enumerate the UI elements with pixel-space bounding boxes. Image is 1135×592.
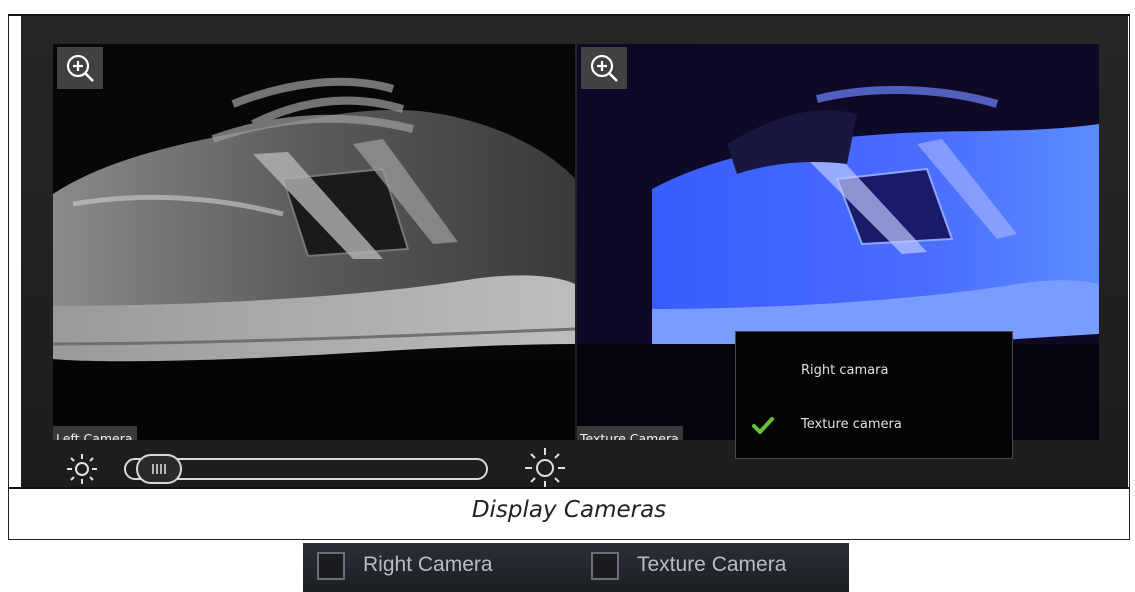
brightness-slider-thumb[interactable] xyxy=(136,454,183,484)
sun-bright-icon xyxy=(525,448,565,488)
zoom-in-icon xyxy=(66,54,94,82)
checkbox-label: Texture Camera xyxy=(637,553,787,576)
checkbox-square[interactable] xyxy=(591,552,619,580)
caption-divider xyxy=(8,487,1130,489)
menu-item-label: Right camara xyxy=(801,363,889,378)
checkbox-square[interactable] xyxy=(317,552,345,580)
texture-zoom-button[interactable] xyxy=(581,47,627,89)
sun-dim-icon xyxy=(67,454,97,484)
menu-item-label: Texture camera xyxy=(801,417,902,432)
menu-item-texture-camera[interactable]: Texture camera xyxy=(736,408,1012,442)
texture-camera-label: Texture Camera xyxy=(577,426,683,440)
checkbox-label: Right Camera xyxy=(363,553,493,576)
camera-checkbox-bar: Right Camera Texture Camera xyxy=(303,543,849,592)
menu-item-right-camera[interactable]: Right camara xyxy=(736,354,1012,388)
left-camera-view[interactable]: Left Camera xyxy=(53,44,575,440)
camera-select-menu: Right camara Texture camera xyxy=(735,331,1013,459)
texture-camera-checkbox[interactable]: Texture Camera xyxy=(577,543,849,592)
left-zoom-button[interactable] xyxy=(57,47,103,89)
figure-caption: Display Cameras xyxy=(471,497,667,523)
zoom-in-icon xyxy=(590,54,618,82)
checkmark-icon xyxy=(752,417,774,434)
grip-icon xyxy=(152,464,167,474)
camera-display-panel: Left Camera Texture Camera Right camara … xyxy=(21,16,1128,488)
left-camera-image xyxy=(53,44,575,440)
right-camera-checkbox[interactable]: Right Camera xyxy=(303,543,573,592)
left-camera-label: Left Camera xyxy=(53,426,137,440)
